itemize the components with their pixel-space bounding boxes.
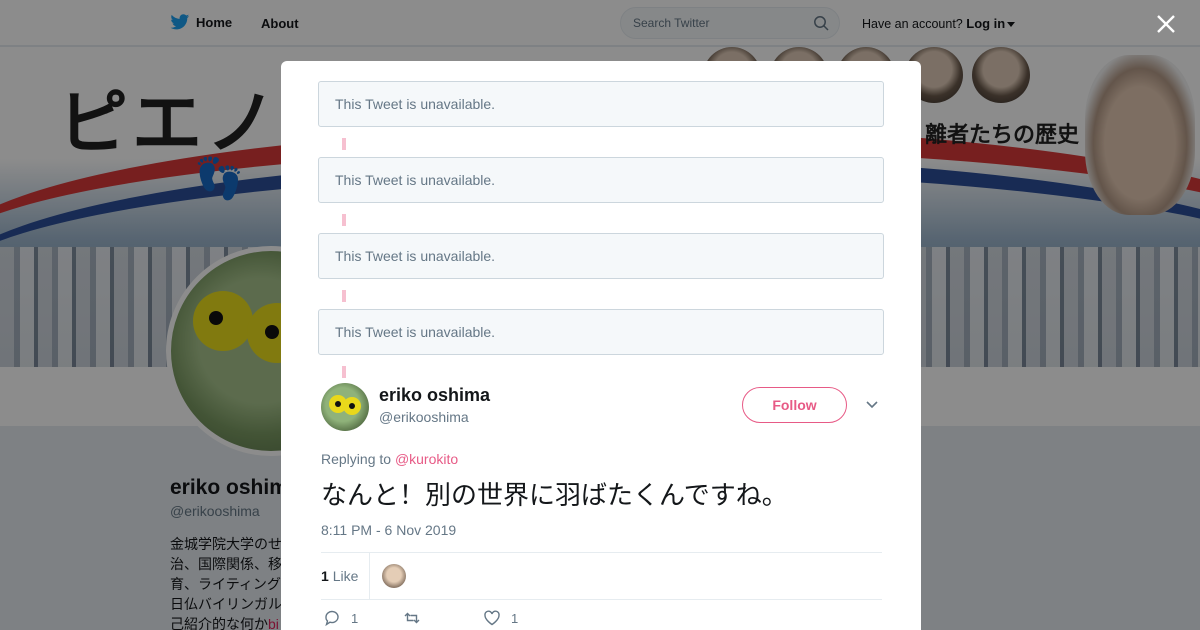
tweet-text: なんと！別の世界に羽ばたくんですね。 [321, 480, 788, 510]
replying-to-handle[interactable]: @kurokito [395, 451, 458, 467]
heart-count: 1 [511, 610, 519, 626]
thread-connector [342, 138, 346, 150]
thread-connector [342, 290, 346, 302]
unavailable-tweet: This Tweet is unavailable. [318, 157, 884, 203]
tweet-author-avatar[interactable] [321, 383, 369, 431]
tweet-author-name[interactable]: eriko oshima [379, 385, 490, 406]
stats-divider [369, 553, 370, 599]
chevron-down-icon[interactable] [865, 398, 879, 412]
like-stat[interactable]: 1 Like [321, 568, 358, 584]
close-icon[interactable] [1154, 12, 1178, 36]
unavailable-tweet: This Tweet is unavailable. [318, 309, 884, 355]
tweet-author-handle[interactable]: @erikooshima [379, 409, 469, 425]
unavailable-tweet: This Tweet is unavailable. [318, 81, 884, 127]
avatar-pupil [349, 403, 355, 409]
follow-button[interactable]: Follow [742, 387, 847, 423]
thread-connector [342, 366, 346, 378]
tweet-modal: This Tweet is unavailable. This Tweet is… [281, 61, 921, 630]
like-count: 1 [321, 568, 329, 584]
like-button[interactable]: 1 [483, 609, 518, 627]
replying-to: Replying to @kurokito [321, 451, 458, 467]
reply-button[interactable]: 1 [323, 609, 358, 627]
like-label: Like [332, 568, 359, 584]
unavailable-tweet: This Tweet is unavailable. [318, 233, 884, 279]
retweet-icon [404, 612, 420, 624]
reply-icon [325, 610, 339, 627]
tweet-timestamp[interactable]: 8:11 PM - 6 Nov 2019 [321, 522, 456, 538]
reply-count: 1 [351, 610, 359, 626]
thread-connector [342, 214, 346, 226]
tweet-stats: 1 Like [321, 552, 882, 600]
liker-avatar[interactable] [382, 564, 406, 588]
replying-to-label: Replying to [321, 451, 392, 467]
retweet-button[interactable] [403, 609, 431, 627]
avatar-pupil [335, 401, 341, 407]
tweet-actions: 1 1 [321, 609, 881, 630]
heart-icon [484, 610, 500, 626]
